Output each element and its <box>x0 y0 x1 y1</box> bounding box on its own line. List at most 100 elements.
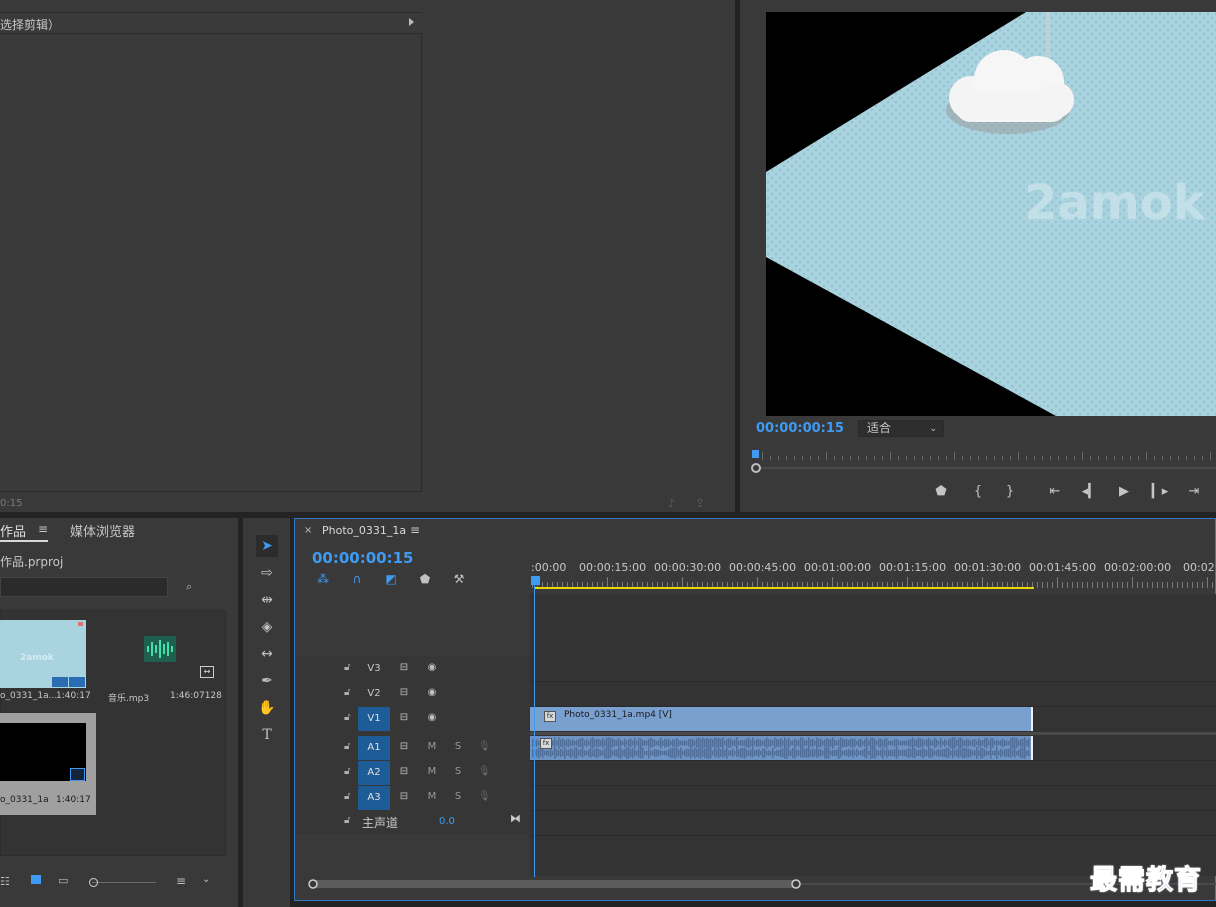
zoom-slider-handle[interactable] <box>89 878 98 887</box>
project-search-input[interactable] <box>0 577 168 597</box>
mute-button[interactable]: M <box>426 766 438 777</box>
timeline-ruler[interactable]: :00:00 00:00:15:00 00:00:30:00 00:00:45:00 0… <box>530 561 1216 575</box>
snap-icon[interactable]: ∩ <box>348 572 366 588</box>
program-viewer[interactable]: 2amok <box>766 12 1216 416</box>
eye-icon[interactable]: ◉ <box>424 712 440 723</box>
track-name[interactable]: V2 <box>358 682 390 706</box>
go-to-in-icon[interactable]: ⇤ <box>1045 484 1065 499</box>
timeline-menu-icon[interactable]: ≡ <box>410 523 420 537</box>
selection-tool-icon[interactable]: ➤ <box>256 535 278 557</box>
program-zoom-handle[interactable] <box>751 463 761 473</box>
eye-icon[interactable]: ◉ <box>424 687 440 698</box>
expand-arrow-icon[interactable] <box>409 18 414 26</box>
wrench-icon[interactable]: ⚒ <box>450 572 468 588</box>
sync-lock-icon[interactable]: ⊟ <box>396 712 412 723</box>
program-time-ruler[interactable] <box>752 448 1216 464</box>
track-header-a1[interactable]: 🔓︎ A1 ⊟ M S 🎙︎ <box>296 736 530 760</box>
freeform-view-icon[interactable]: ▭ <box>58 874 68 887</box>
bin-item-audio[interactable]: ↔ 音乐.mp3 1:46:07128 <box>98 610 222 710</box>
out-point-icon[interactable]: } <box>1000 484 1020 499</box>
sort-icon[interactable]: ≡ <box>176 874 186 888</box>
track-select-icon[interactable]: ⇨ <box>256 562 278 584</box>
ruler-label: 00:00:30:00 <box>654 561 722 574</box>
export-icon[interactable]: ⇪ <box>695 496 711 510</box>
razor-icon[interactable]: ◈ <box>256 616 278 638</box>
type-tool-icon[interactable]: T <box>256 724 278 746</box>
track-name[interactable]: V3 <box>358 657 390 681</box>
search-icon[interactable]: ⌕ <box>186 580 192 594</box>
track-header-v1[interactable]: 🔓︎ V1 ⊟ ◉ <box>296 707 530 731</box>
sync-lock-icon[interactable]: ⊟ <box>396 791 412 802</box>
master-volume-value[interactable]: 0.0 <box>439 816 455 827</box>
zoom-slider[interactable] <box>92 882 156 883</box>
slip-tool-icon[interactable]: ↔ <box>256 643 278 665</box>
timeline-tracks-area[interactable] <box>530 594 1216 876</box>
program-zoom-scrollbar[interactable] <box>752 467 1216 469</box>
timeline-zoom-scrollbar[interactable] <box>308 879 1216 889</box>
lock-icon[interactable]: 🔓︎ <box>344 766 350 777</box>
bin-item-video[interactable]: 2amok o_0331_1a... 1:40:17 <box>0 610 98 710</box>
sync-lock-icon[interactable]: ⊟ <box>396 766 412 777</box>
close-icon[interactable]: × <box>304 525 312 536</box>
tab-media-browser[interactable]: 媒体浏览器 <box>70 521 135 540</box>
sync-lock-icon[interactable]: ⊟ <box>396 741 412 752</box>
microphone-icon[interactable]: 🎙︎ <box>478 791 491 802</box>
master-track-header[interactable]: 🔓︎ 主声道 0.0 ⧓ <box>296 810 530 834</box>
lock-icon[interactable]: 🔓︎ <box>344 791 350 802</box>
track-name[interactable]: V1 <box>358 707 390 731</box>
icon-view-icon[interactable] <box>31 875 41 884</box>
solo-button[interactable]: S <box>452 791 464 802</box>
lock-icon[interactable]: 🔓︎ <box>344 662 350 673</box>
microphone-icon[interactable]: 🎙︎ <box>478 741 491 752</box>
playhead-line[interactable] <box>534 585 535 877</box>
master-expand-icon[interactable]: ⧓ <box>510 812 521 825</box>
track-name[interactable]: A2 <box>358 761 390 785</box>
fit-zoom-select[interactable]: 适合 ⌄ <box>858 420 944 437</box>
project-menu-icon[interactable]: ≡ <box>38 522 48 536</box>
go-to-out-icon[interactable]: ⇥ <box>1184 484 1204 499</box>
tab-project[interactable]: 作品 <box>0 521 26 540</box>
hand-tool-icon[interactable]: ✋ <box>256 697 278 719</box>
track-header-a2[interactable]: 🔓︎ A2 ⊟ M S 🎙︎ <box>296 761 530 785</box>
list-view-icon[interactable]: ☷ <box>0 875 10 888</box>
sync-lock-icon[interactable]: ⊟ <box>396 662 412 673</box>
track-header-v3[interactable]: 🔓︎ V3 ⊟ ◉ <box>296 657 530 681</box>
sync-lock-icon[interactable]: ⊟ <box>396 687 412 698</box>
ripple-edit-icon[interactable]: ⇹ <box>256 589 278 611</box>
track-header-v2[interactable]: 🔓︎ V2 ⊟ ◉ <box>296 682 530 706</box>
ruler-label: 00:01:15:00 <box>879 561 947 574</box>
lock-icon[interactable]: 🔓︎ <box>344 741 350 752</box>
solo-button[interactable]: S <box>452 766 464 777</box>
microphone-icon[interactable]: 🎙︎ <box>478 766 491 777</box>
audio-clip[interactable]: fx <box>530 736 1033 760</box>
video-clip[interactable]: fx Photo_0331_1a.mp4 [V] <box>530 707 1033 731</box>
pen-tool-icon[interactable]: ✒ <box>256 670 278 692</box>
program-timecode[interactable]: 00:00:00:15 <box>756 421 844 436</box>
step-back-icon[interactable]: ◂▎ <box>1080 484 1100 499</box>
source-panel-header[interactable]: 选择剪辑） <box>0 12 422 34</box>
play-icon[interactable]: ▶ <box>1114 484 1134 499</box>
lock-icon[interactable]: 🔓︎ <box>344 687 350 698</box>
track-header-a3[interactable]: 🔓︎ A3 ⊟ M S 🎙︎ <box>296 786 530 810</box>
mute-button[interactable]: M <box>426 741 438 752</box>
mute-button[interactable]: M <box>426 791 438 802</box>
chevron-down-icon[interactable]: ⌄ <box>202 874 210 885</box>
tab-sequence[interactable]: Photo_0331_1a <box>322 524 406 537</box>
lock-icon[interactable]: 🔓︎ <box>344 712 350 723</box>
track-name[interactable]: A1 <box>358 736 390 760</box>
timeline-timecode[interactable]: 00:00:00:15 <box>312 549 414 567</box>
add-marker-icon[interactable]: ⬟ <box>416 572 434 588</box>
track-name[interactable]: A3 <box>358 786 390 810</box>
marker-icon[interactable]: ⬟ <box>931 484 951 499</box>
work-area-bar[interactable] <box>535 587 1034 589</box>
solo-button[interactable]: S <box>452 741 464 752</box>
bin-item-sequence[interactable]: o_0331_1a 1:40:17 <box>0 713 96 815</box>
nest-icon[interactable]: ⁂ <box>314 572 332 588</box>
eye-icon[interactable]: ◉ <box>424 662 440 673</box>
linked-selection-icon[interactable]: ◩ <box>382 572 400 588</box>
in-point-icon[interactable]: { <box>968 484 988 499</box>
playhead-handle[interactable] <box>531 576 540 585</box>
lock-icon[interactable]: 🔓︎ <box>344 815 350 826</box>
step-forward-icon[interactable]: ▎▸ <box>1150 484 1170 499</box>
insert-icon[interactable]: ♪ <box>668 497 682 510</box>
